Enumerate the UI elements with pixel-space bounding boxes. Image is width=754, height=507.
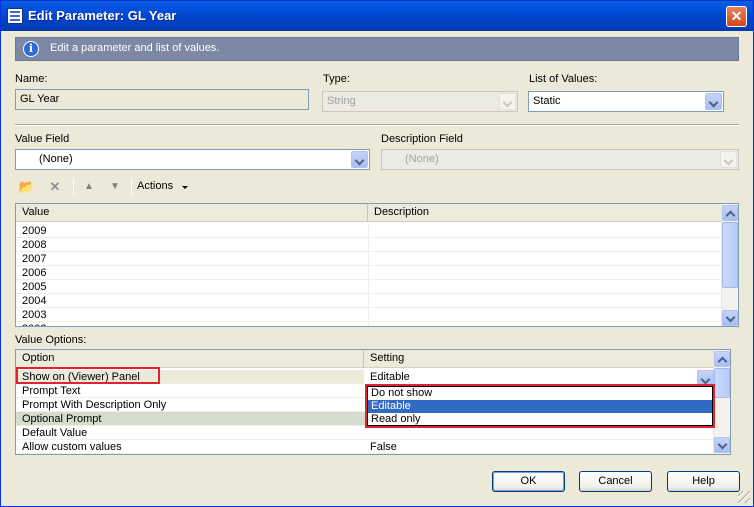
toolbar-divider bbox=[131, 179, 132, 195]
cell-description[interactable] bbox=[368, 266, 722, 280]
cell-setting[interactable]: Editable bbox=[364, 370, 714, 384]
type-select: String bbox=[322, 91, 518, 112]
column-header-description[interactable]: Description bbox=[368, 204, 722, 222]
cell-description[interactable] bbox=[368, 238, 722, 252]
values-table-header: Value Description bbox=[16, 204, 722, 222]
options-scrollbar[interactable] bbox=[713, 350, 730, 454]
scroll-up-button[interactable] bbox=[722, 205, 738, 221]
cell-value[interactable]: 2002 bbox=[16, 322, 368, 326]
cell-description[interactable] bbox=[368, 280, 722, 294]
folder-open-icon[interactable]: 📂 bbox=[16, 176, 38, 198]
setting-dropdown-list[interactable]: Do not show Editable Read only bbox=[367, 386, 713, 426]
value-options-header: Option Setting bbox=[16, 350, 714, 368]
table-row[interactable]: 2006 bbox=[16, 266, 722, 280]
help-button[interactable]: Help bbox=[667, 471, 740, 492]
name-field[interactable]: GL Year bbox=[15, 89, 309, 110]
dropdown-option[interactable]: Do not show bbox=[368, 387, 712, 400]
scroll-down-button[interactable] bbox=[714, 437, 730, 453]
value-field-select[interactable]: (None) bbox=[15, 149, 370, 170]
type-value: String bbox=[327, 95, 356, 107]
table-row[interactable]: 2005 bbox=[16, 280, 722, 294]
chevron-down-icon bbox=[720, 151, 737, 168]
table-row[interactable]: 2008 bbox=[16, 238, 722, 252]
cell-option: Prompt With Description Only bbox=[22, 399, 167, 411]
cell-value[interactable]: 2007 bbox=[16, 252, 368, 266]
scroll-down-button[interactable] bbox=[722, 310, 738, 326]
dialog-icon bbox=[7, 8, 23, 24]
chevron-down-icon bbox=[499, 93, 516, 110]
cell-value[interactable]: 2005 bbox=[16, 280, 368, 294]
values-toolbar: 📂 ✕ ▲ ▼ Actions bbox=[15, 176, 315, 198]
column-header-setting[interactable]: Setting bbox=[364, 350, 714, 368]
table-row[interactable]: 2002 bbox=[16, 322, 722, 326]
values-table[interactable]: Value Description 2009 2008 2007 2006 2005 20… bbox=[15, 203, 739, 327]
scroll-thumb[interactable] bbox=[722, 222, 738, 288]
description-field-label: Description Field bbox=[381, 133, 463, 145]
dropdown-option[interactable]: Read only bbox=[368, 413, 712, 426]
setting-dropdown-items: Do not show Editable Read only bbox=[368, 387, 712, 426]
value-field-label: Value Field bbox=[15, 133, 70, 145]
values-scrollbar[interactable] bbox=[721, 204, 738, 326]
cell-value[interactable]: 2003 bbox=[16, 308, 368, 322]
option-row[interactable]: Default Value bbox=[16, 426, 714, 440]
separator bbox=[15, 124, 739, 126]
cancel-button[interactable]: Cancel bbox=[579, 471, 652, 492]
close-button[interactable]: ✕ bbox=[726, 6, 747, 27]
cell-option: Prompt Text bbox=[22, 385, 81, 397]
caret-down-icon[interactable] bbox=[182, 186, 188, 189]
list-of-values-value: Static bbox=[533, 95, 561, 107]
table-row[interactable]: 2004 bbox=[16, 294, 722, 308]
cell-description[interactable] bbox=[368, 252, 722, 266]
chevron-down-icon[interactable] bbox=[351, 151, 368, 168]
value-options-label: Value Options: bbox=[15, 334, 87, 346]
table-row[interactable]: 2003 bbox=[16, 308, 722, 322]
cell-value[interactable]: 2006 bbox=[16, 266, 368, 280]
type-label: Type: bbox=[323, 73, 350, 85]
cell-description[interactable] bbox=[368, 308, 722, 322]
cell-description[interactable] bbox=[368, 294, 722, 308]
title-bar[interactable]: Edit Parameter: GL Year ✕ bbox=[1, 1, 753, 31]
resize-grip[interactable] bbox=[738, 491, 750, 503]
cell-value[interactable]: 2008 bbox=[16, 238, 368, 252]
name-value: GL Year bbox=[20, 93, 60, 105]
cell-value[interactable]: 2009 bbox=[16, 224, 368, 238]
chevron-down-icon[interactable] bbox=[705, 93, 722, 110]
option-row[interactable]: Allow custom values False bbox=[16, 440, 714, 454]
description-field-value: (None) bbox=[405, 153, 439, 165]
close-icon: ✕ bbox=[730, 8, 743, 24]
column-header-option[interactable]: Option bbox=[16, 350, 364, 368]
value-field-value: (None) bbox=[39, 153, 73, 165]
column-header-value[interactable]: Value bbox=[16, 204, 368, 222]
cell-setting[interactable] bbox=[364, 426, 714, 440]
list-of-values-label: List of Values: bbox=[529, 73, 598, 85]
cell-setting[interactable]: False bbox=[364, 440, 714, 454]
table-row[interactable]: 2007 bbox=[16, 252, 722, 266]
ok-button[interactable]: OK bbox=[492, 471, 565, 492]
arrow-up-icon[interactable]: ▲ bbox=[78, 176, 100, 198]
scroll-up-button[interactable] bbox=[714, 351, 730, 367]
name-label: Name: bbox=[15, 73, 48, 85]
cell-value[interactable]: 2004 bbox=[16, 294, 368, 308]
edit-parameter-dialog: Edit Parameter: GL Year ✕ i Edit a param… bbox=[0, 0, 754, 507]
cell-option: Optional Prompt bbox=[22, 413, 102, 425]
info-bar: i Edit a parameter and list of values. bbox=[15, 37, 739, 61]
highlight-show-on-panel bbox=[16, 367, 160, 384]
cell-description[interactable] bbox=[368, 224, 722, 238]
list-of-values-select[interactable]: Static bbox=[528, 91, 724, 112]
toolbar-divider bbox=[73, 179, 74, 195]
dropdown-option[interactable]: Editable bbox=[368, 400, 712, 413]
scroll-thumb[interactable] bbox=[714, 368, 730, 398]
info-icon: i bbox=[23, 41, 39, 57]
delete-icon[interactable]: ✕ bbox=[44, 176, 66, 198]
table-row[interactable]: 2009 bbox=[16, 224, 722, 238]
cell-option: Default Value bbox=[22, 427, 88, 439]
arrow-down-icon[interactable]: ▼ bbox=[104, 176, 126, 198]
info-text: Edit a parameter and list of values. bbox=[50, 42, 220, 54]
description-field-select: (None) bbox=[381, 149, 739, 170]
cell-option: Allow custom values bbox=[22, 441, 122, 453]
actions-menu[interactable]: Actions bbox=[137, 180, 173, 192]
dialog-title: Edit Parameter: GL Year bbox=[28, 8, 177, 23]
cell-description[interactable] bbox=[368, 322, 722, 326]
